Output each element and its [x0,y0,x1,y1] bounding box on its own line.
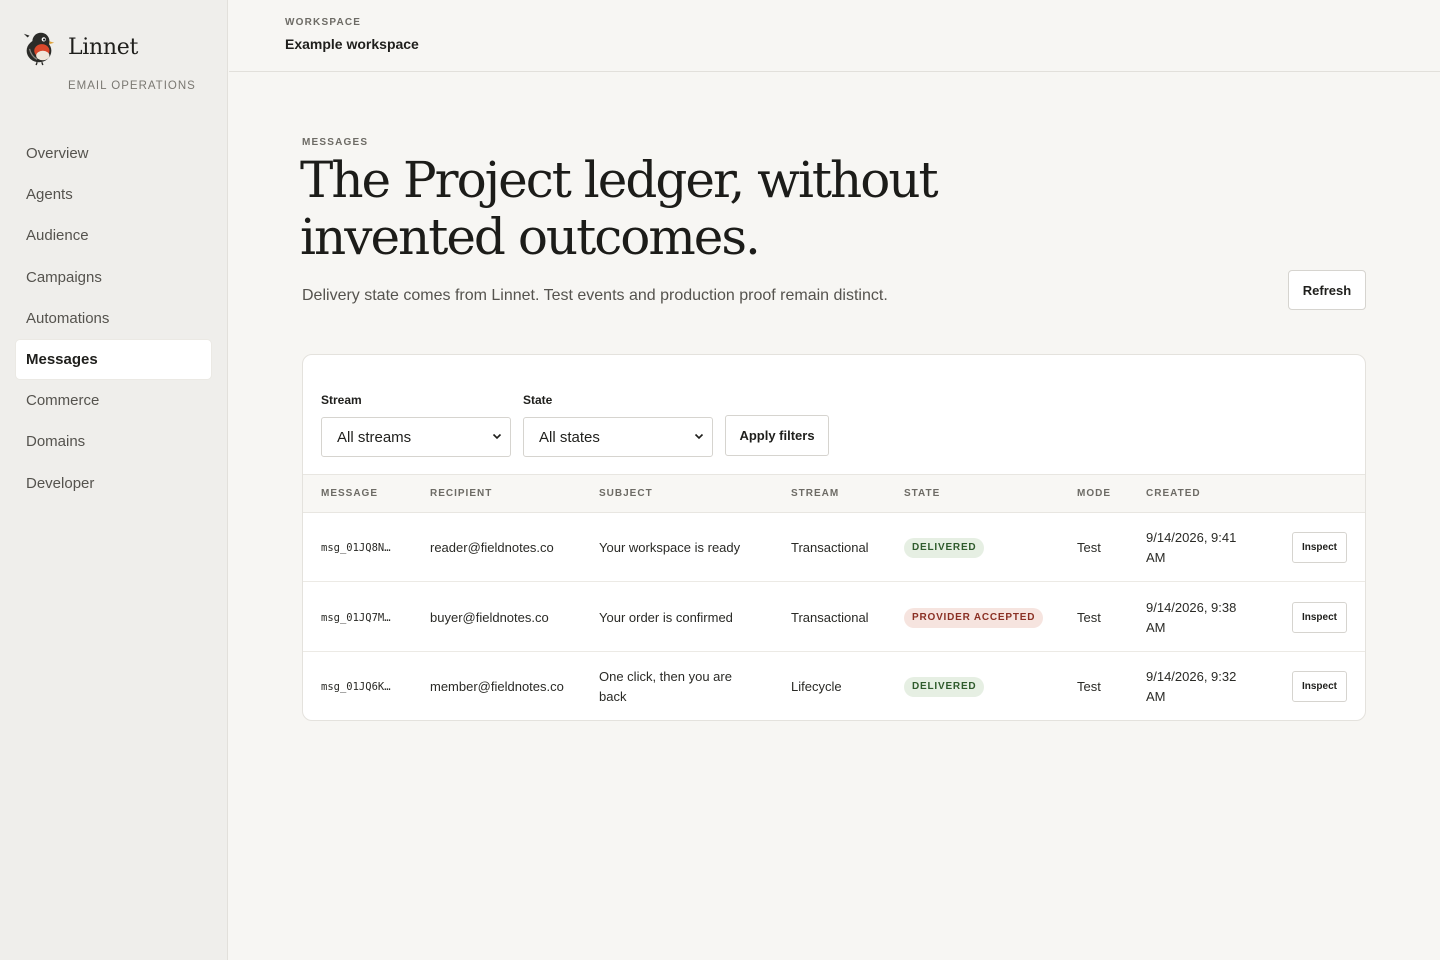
state-filter-label: State [523,393,553,407]
sidebar-item-messages[interactable]: Messages [16,339,211,379]
stream-select[interactable]: All streams [321,417,511,457]
brand-name: Linnet [68,34,139,60]
inspect-button[interactable]: Inspect [1292,602,1347,633]
sidebar-item-overview[interactable]: Overview [16,134,211,173]
column-header-stream: STREAM [791,488,840,499]
recipient: member@fieldnotes.co [430,678,564,694]
workspace-name[interactable]: Example workspace [285,36,419,52]
mode: Test [1077,678,1101,694]
column-header-created: CREATED [1146,488,1201,499]
message-id: msg_01JQ7M… [321,611,391,624]
table-row[interactable]: msg_01JQ8N… reader@fieldnotes.co Your wo… [303,513,1365,582]
subject: Your workspace is ready [599,539,741,555]
column-header-state: STATE [904,488,941,499]
created-timestamp: 9/14/2026, 9:41 AM [1146,529,1237,565]
chevron-down-icon [492,433,502,440]
stream-filter-label: Stream [321,393,362,407]
sidebar: Linnet EMAIL OPERATIONS Overview Agents … [0,0,228,960]
column-header-mode: MODE [1077,488,1111,499]
chevron-down-icon [694,433,704,440]
page-eyebrow: MESSAGES [302,137,369,148]
sidebar-item-commerce[interactable]: Commerce [16,381,211,420]
stream: Lifecycle [791,678,842,694]
column-header-recipient: RECIPIENT [430,488,493,499]
brand-tagline: EMAIL OPERATIONS [68,80,196,92]
state-select-value: All states [539,428,600,446]
status-badge: PROVIDER ACCEPTED [904,607,1044,628]
stream-select-value: All streams [337,428,412,446]
mode: Test [1077,609,1101,625]
sidebar-item-developer[interactable]: Developer [16,464,211,503]
table-row[interactable]: msg_01JQ7M… buyer@fieldnotes.co Your ord… [303,583,1365,652]
linnet-bird-icon [23,32,55,66]
sidebar-item-campaigns[interactable]: Campaigns [16,258,211,297]
page-subtitle: Delivery state comes from Linnet. Test e… [302,287,888,304]
inspect-button[interactable]: Inspect [1292,671,1347,702]
inspect-button[interactable]: Inspect [1292,532,1347,563]
page-title: The Project ledger, without invented out… [300,151,939,266]
messages-card: Stream All streams State All states Appl… [302,354,1366,721]
refresh-button[interactable]: Refresh [1288,270,1366,310]
sidebar-item-agents[interactable]: Agents [16,175,211,214]
message-id: msg_01JQ6K… [321,680,391,693]
recipient: reader@fieldnotes.co [430,539,554,555]
stream: Transactional [791,609,869,625]
status-badge: DELIVERED [904,537,985,558]
workspace-header: WORKSPACE Example workspace [229,0,1440,72]
recipient: buyer@fieldnotes.co [430,609,549,625]
brand[interactable]: Linnet [20,28,138,66]
sidebar-item-audience[interactable]: Audience [16,216,211,255]
created-timestamp: 9/14/2026, 9:32 AM [1146,668,1237,704]
table-header: MESSAGE RECIPIENT SUBJECT STREAM STATE M… [303,474,1365,513]
subject: One click, then you are back [599,668,732,704]
subject: Your order is confirmed [599,609,733,625]
column-header-message: MESSAGE [321,488,379,499]
stream: Transactional [791,539,869,555]
column-header-subject: SUBJECT [599,488,653,499]
state-select[interactable]: All states [523,417,713,457]
sidebar-item-automations[interactable]: Automations [16,299,211,338]
mode: Test [1077,539,1101,555]
status-badge: DELIVERED [904,676,985,697]
apply-filters-button[interactable]: Apply filters [725,415,829,456]
workspace-label: WORKSPACE [285,17,362,28]
created-timestamp: 9/14/2026, 9:38 AM [1146,599,1237,635]
message-id: msg_01JQ8N… [321,541,391,554]
table-row[interactable]: msg_01JQ6K… member@fieldnotes.co One cli… [303,652,1365,720]
sidebar-item-domains[interactable]: Domains [16,422,211,461]
sidebar-nav: Overview Agents Audience Campaigns Autom… [16,134,211,505]
